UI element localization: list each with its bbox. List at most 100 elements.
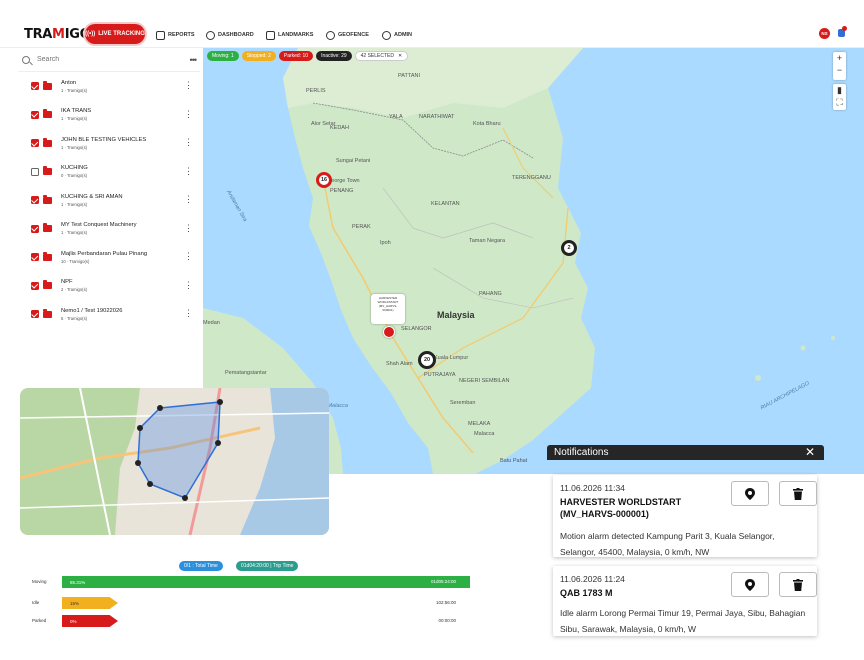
- group-checkbox[interactable]: [31, 196, 39, 205]
- idle-time-row: Idle 15% 102:56:00: [18, 597, 470, 609]
- group-checkbox[interactable]: [31, 281, 39, 290]
- time-duration: 01d05:24:00: [430, 579, 456, 584]
- group-menu-icon[interactable]: ⋮: [184, 166, 193, 176]
- group-vehicle-count: 10 · Tramigo(s): [61, 258, 90, 264]
- notification-message: Idle alarm Lorong Permai Timur 19, Perma…: [560, 608, 806, 634]
- selected-chip[interactable]: 42 SELECTED ✕: [354, 51, 409, 61]
- moving-chip[interactable]: Moving: 1: [207, 51, 239, 61]
- nav-geofence[interactable]: GEOFENCE: [326, 29, 369, 41]
- notifications-icon[interactable]: [836, 26, 847, 38]
- inactive-chip[interactable]: Inactive: 29: [316, 51, 352, 61]
- user-circle-icon: [382, 30, 391, 40]
- folder-icon: [43, 223, 52, 233]
- location-pin-icon: [326, 30, 335, 40]
- notification-card[interactable]: 11.06.2026 11:34 HARVESTER WORLDSTART (M…: [553, 475, 817, 557]
- group-checkbox[interactable]: [31, 253, 39, 262]
- geofence-map: [20, 388, 329, 535]
- group-row[interactable]: MY Test Conquest Machinery 1 · Tramigo(s)…: [18, 215, 200, 244]
- place-label: KEDAH: [330, 125, 349, 131]
- group-checkbox[interactable]: [31, 110, 39, 119]
- group-name: Majlis Perbandaran Pulau Pinang: [61, 250, 148, 257]
- group-row[interactable]: KUCHING 0 · Tramigo(s) ⋮: [18, 158, 200, 187]
- vehicle-marker[interactable]: [383, 326, 395, 338]
- zoom-controls: + −: [833, 52, 846, 80]
- group-vehicle-count: 1 · Tramigo(s): [61, 201, 88, 207]
- group-menu-icon[interactable]: ⋮: [184, 223, 193, 233]
- live-tracking-button[interactable]: ((•)) LIVE TRACKING: [85, 24, 145, 44]
- group-name: JOHN BLE TESTING VEHICLES: [61, 136, 147, 143]
- nav-reports[interactable]: REPORTS: [156, 29, 195, 41]
- place-label: PENANG: [330, 188, 354, 194]
- group-menu-icon[interactable]: ⋮: [184, 252, 193, 261]
- group-row[interactable]: NPF 2 · Tramigo(s) ⋮: [18, 272, 200, 301]
- group-menu-icon[interactable]: ⋮: [184, 280, 193, 290]
- trip-time-chip: 01d04:20:00 | Trip Time: [236, 561, 299, 571]
- delete-notification-button[interactable]: [779, 481, 817, 506]
- group-menu-icon[interactable]: ⋮: [184, 195, 193, 204]
- place-label: Ipoh: [380, 240, 391, 246]
- group-row[interactable]: JOHN BLE TESTING VEHICLES 1 · Tramigo(s) ⋮: [18, 129, 200, 158]
- zoom-in-button[interactable]: +: [833, 52, 846, 64]
- locate-on-map-button[interactable]: [731, 572, 769, 597]
- group-menu-icon[interactable]: ⋮: [184, 81, 193, 90]
- group-menu-icon[interactable]: ⋮: [184, 109, 193, 119]
- notification-message: Motion alarm detected Kampung Parit 3, K…: [560, 531, 775, 557]
- nav-landmarks[interactable]: LANDMARKS: [266, 29, 313, 41]
- location-pin-icon: [745, 487, 755, 500]
- group-row[interactable]: KUCHING & SRI AMAN 1 · Tramigo(s) ⋮: [18, 186, 200, 215]
- vehicle-cluster-marker[interactable]: 16: [316, 172, 332, 188]
- geofence-map-preview[interactable]: [20, 388, 329, 535]
- user-avatar[interactable]: NS: [819, 28, 830, 39]
- group-checkbox[interactable]: [31, 82, 39, 91]
- place-label: Batu Pahat: [500, 458, 528, 464]
- group-menu-icon[interactable]: ⋮: [184, 309, 193, 318]
- place-label: MELAKA: [468, 421, 491, 427]
- place-label: TERENGGANU: [512, 175, 551, 181]
- folder-icon: [43, 109, 52, 119]
- notification-card[interactable]: 11.06.2026 11:24 QAB 1783 M Idle alarm L…: [553, 566, 817, 636]
- time-bar-track: 85.31% 01d05:24:00: [62, 576, 470, 588]
- trash-icon: [793, 487, 803, 500]
- group-row[interactable]: Nemo1 / Test 19022026 5 · Tramigo(s) ⋮: [18, 300, 200, 329]
- folder-icon: [43, 280, 52, 290]
- time-duration: 102:56:00: [435, 600, 456, 605]
- group-name: KUCHING: [61, 165, 88, 172]
- vehicle-cluster-marker[interactable]: 2: [561, 240, 577, 256]
- group-checkbox[interactable]: [31, 224, 39, 233]
- close-notifications-button[interactable]: ✕: [805, 445, 815, 460]
- delete-notification-button[interactable]: [779, 572, 817, 597]
- more-options-icon[interactable]: •••: [190, 55, 198, 65]
- group-row[interactable]: Anton 1 · Tramigo(s) ⋮: [18, 72, 200, 101]
- tramigo-logo[interactable]: TRAMIGO: [24, 27, 91, 42]
- sidebar-search-bar: •••: [18, 48, 200, 72]
- zoom-out-button[interactable]: −: [833, 64, 846, 76]
- time-bar: 85.31%: [62, 576, 470, 588]
- group-checkbox[interactable]: [31, 139, 39, 148]
- group-checkbox[interactable]: [31, 310, 39, 319]
- group-vehicle-count: 1 · Tramigo(s): [61, 87, 88, 93]
- locate-on-map-button[interactable]: [731, 481, 769, 506]
- trash-icon: [793, 578, 803, 591]
- traffic-light-icon[interactable]: ▮: [833, 84, 846, 96]
- group-menu-icon[interactable]: ⋮: [184, 138, 193, 147]
- group-checkbox[interactable]: [31, 167, 39, 176]
- group-row[interactable]: IKA TRANS 1 · Tramigo(s) ⋮: [18, 101, 200, 130]
- search-input[interactable]: [37, 56, 177, 63]
- notification-time: 11.06.2026 11:34: [560, 483, 625, 493]
- vehicle-cluster-marker[interactable]: 20: [418, 351, 436, 369]
- nav-dashboard[interactable]: DASHBOARD: [206, 29, 254, 41]
- close-icon[interactable]: ✕: [398, 53, 402, 59]
- place-label: Medan: [203, 320, 220, 326]
- place-label: Taman Negara: [469, 238, 506, 244]
- parked-chip[interactable]: Parked: 10: [278, 51, 314, 61]
- fullscreen-button[interactable]: ⛶: [833, 96, 846, 108]
- top-navigation-bar: TRAMIGO ((•)) LIVE TRACKING REPORTS DASH…: [0, 0, 864, 48]
- notifications-panel: Notifications ✕ 11.06.2026 11:34 HARVEST…: [547, 445, 824, 645]
- nav-admin[interactable]: ADMIN: [382, 29, 412, 41]
- folder-icon: [43, 166, 52, 176]
- stopped-chip[interactable]: Stopped: 2: [241, 51, 276, 61]
- group-row[interactable]: Majlis Perbandaran Pulau Pinang 10 · Tram…: [18, 243, 200, 272]
- place-label: NARATHIWAT: [419, 114, 455, 120]
- total-time-chip: 0/1 : Total Time: [179, 561, 223, 571]
- moving-time-row: Moving 85.31% 01d05:24:00: [18, 576, 470, 588]
